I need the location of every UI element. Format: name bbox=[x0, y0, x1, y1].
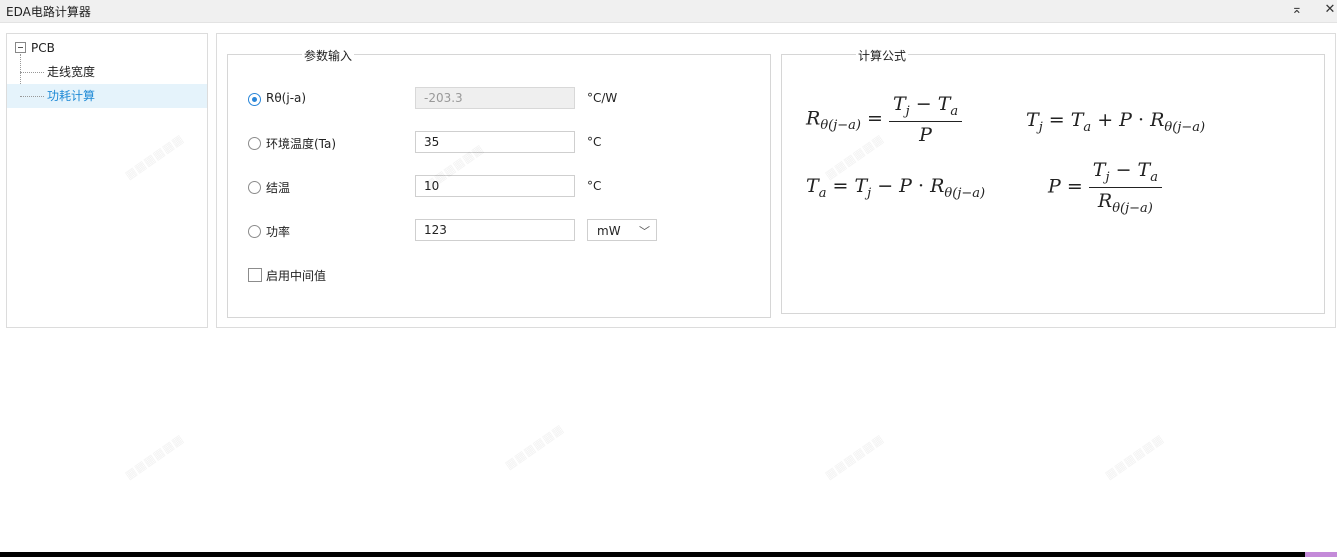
watermark: ▦▦▦▦▦▦ bbox=[1102, 431, 1166, 483]
intermediate-checkbox[interactable] bbox=[248, 268, 262, 282]
radio-r-theta[interactable] bbox=[248, 93, 261, 106]
collapse-icon[interactable] bbox=[15, 42, 26, 53]
tree-connector bbox=[20, 96, 44, 97]
radio-power[interactable] bbox=[248, 225, 261, 238]
watermark: ▦▦▦▦▦▦ bbox=[122, 431, 186, 483]
radio-ambient-temp[interactable] bbox=[248, 137, 261, 150]
unit-junction-temp: °C bbox=[587, 179, 602, 193]
tree-item-label: 功耗计算 bbox=[47, 89, 96, 103]
category-tree: PCB 走线宽度 功耗计算 bbox=[6, 33, 208, 328]
label-intermediate: 启用中间值 bbox=[266, 269, 327, 283]
watermark: ▦▦▦▦▦▦ bbox=[502, 421, 566, 473]
watermark: ▦▦▦▦▦▦ bbox=[822, 431, 886, 483]
radio-junction-temp[interactable] bbox=[248, 181, 261, 194]
formula-ta: Ta = Tj − P · Rθ(j−a) bbox=[806, 175, 986, 201]
power-input[interactable] bbox=[415, 219, 575, 241]
power-unit-value: mW bbox=[597, 224, 621, 238]
tree-item-trace-width[interactable]: 走线宽度 bbox=[7, 60, 207, 84]
row-power: 功率 mW ﹀ bbox=[228, 219, 768, 243]
params-group: 参数输入 Rθ(j-a) °C/W 环境温度(Ta) °C 结温 °C 功率 m… bbox=[227, 47, 771, 318]
label-junction-temp: 结温 bbox=[266, 181, 291, 195]
close-icon[interactable]: ✕ bbox=[1321, 1, 1337, 19]
minimize-icon[interactable]: ⌅ bbox=[1288, 1, 1306, 19]
tree-connector bbox=[20, 72, 44, 73]
ambient-temp-input[interactable] bbox=[415, 131, 575, 153]
unit-r-theta: °C/W bbox=[587, 91, 618, 105]
tree-item-label: 走线宽度 bbox=[47, 65, 96, 79]
row-r-theta: Rθ(j-a) °C/W bbox=[228, 87, 768, 111]
title-bar: EDA电路计算器 ⌅ ✕ bbox=[0, 0, 1337, 23]
formula-group-title: 计算公式 bbox=[856, 47, 909, 64]
r-theta-input[interactable] bbox=[415, 87, 575, 109]
window-title: EDA电路计算器 bbox=[6, 5, 91, 19]
row-junction-temp: 结温 °C bbox=[228, 175, 768, 199]
junction-temp-input[interactable] bbox=[415, 175, 575, 197]
row-intermediate: 启用中间值 bbox=[228, 263, 768, 287]
formula-r-theta: Rθ(j−a) = Tj − Ta P bbox=[806, 93, 963, 146]
formula-p: P = Tj − Ta Rθ(j−a) bbox=[1048, 159, 1162, 216]
chevron-down-icon: ﹀ bbox=[639, 225, 650, 238]
power-unit-select[interactable]: mW ﹀ bbox=[587, 219, 657, 241]
taskbar-accent bbox=[1305, 552, 1337, 557]
tree-item-power-calc[interactable]: 功耗计算 bbox=[7, 84, 207, 108]
row-ambient-temp: 环境温度(Ta) °C bbox=[228, 131, 768, 155]
formula-tj: Tj = Ta + P · Rθ(j−a) bbox=[1026, 109, 1206, 135]
unit-ambient-temp: °C bbox=[587, 135, 602, 149]
params-group-title: 参数输入 bbox=[302, 47, 355, 64]
label-r-theta: Rθ(j-a) bbox=[266, 91, 307, 105]
tree-root-label: PCB bbox=[31, 41, 55, 55]
taskbar-strip bbox=[0, 552, 1337, 557]
label-ambient-temp: 环境温度(Ta) bbox=[266, 137, 337, 151]
formula-group: 计算公式 Rθ(j−a) = Tj − Ta P Tj = Ta + P · Rθ… bbox=[781, 47, 1325, 314]
label-power: 功率 bbox=[266, 225, 291, 239]
